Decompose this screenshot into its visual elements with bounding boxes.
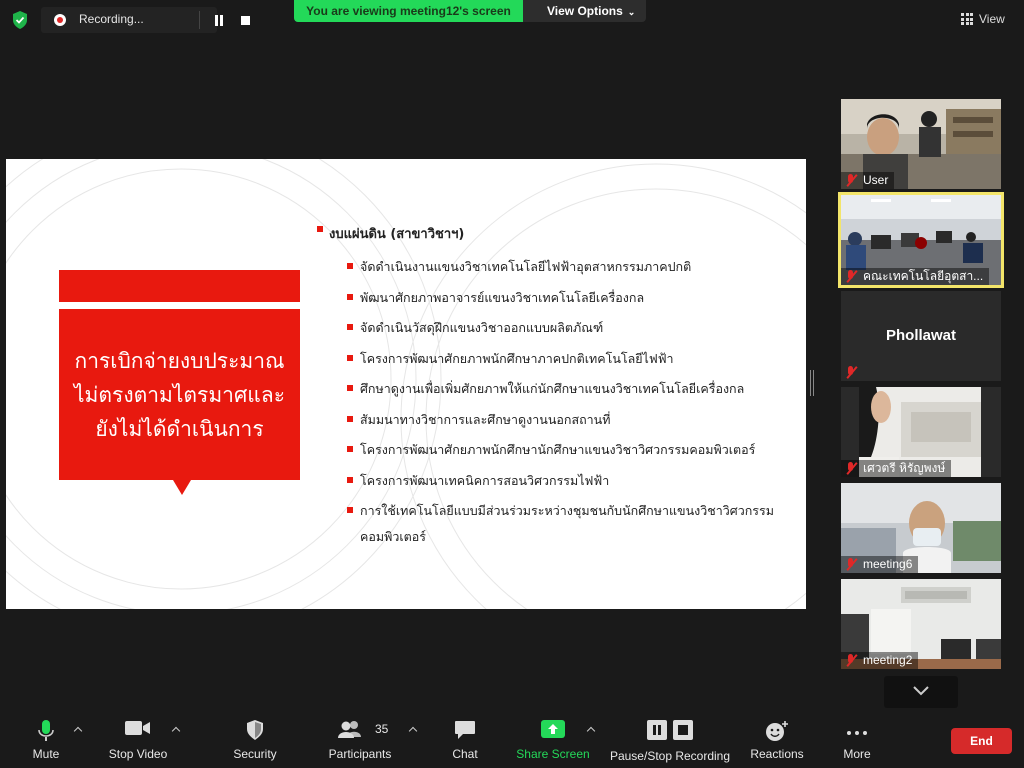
bullet-heading: งบแผ่นดิน (สาขาวิชาฯ) <box>315 223 785 244</box>
callout-line-3: ยังไม่ได้ดำเนินการ <box>95 416 264 441</box>
bullet-item: โครงการพัฒนาศักยภาพนักศึกษานักศึกษาแขนงว… <box>315 437 785 463</box>
pause-stop-recording-icon <box>647 720 693 740</box>
recording-label: Recording... <box>79 12 144 26</box>
stop-video-button[interactable]: Stop Video <box>100 708 176 768</box>
participant-name-label: คณะเทคโนโลยีอุตสา... <box>863 269 984 283</box>
participant-name-label: User <box>863 173 889 187</box>
video-camera-icon <box>125 721 150 735</box>
view-options-label: View Options <box>547 4 623 18</box>
more-button[interactable]: More <box>834 708 880 768</box>
participant-status <box>841 364 869 381</box>
screen-share-banner: You are viewing meeting12's screen View … <box>294 0 646 22</box>
reactions-label: Reactions <box>750 747 804 761</box>
callout-line-2: ไม่ตรงตามไตรมาศและ <box>74 382 285 407</box>
bullet-item: สัมมนาทางวิชาการและศึกษาดูงานนอกสถานที่ <box>315 407 785 433</box>
bullet-item: โครงการพัฒนาศักยภาพนักศึกษาภาคปกติเทคโนโ… <box>315 346 785 372</box>
meeting-toolbar: Mute Stop Video Security Participants 35… <box>0 708 1024 768</box>
view-label: View <box>979 12 1005 26</box>
video-tile[interactable]: Phollawat <box>841 291 1001 381</box>
bullet-item: การใช้เทคโนโลยีแบบมีส่วนร่วมระหว่างชุมชน… <box>315 498 785 550</box>
mic-muted-icon <box>845 270 857 283</box>
viewing-screen-label: You are viewing meeting12's screen <box>294 0 523 22</box>
bullet-item: จัดดำเนินวัสดุฝึกแขนงวิชาออกแบบผลิตภัณฑ์ <box>315 315 785 341</box>
video-tile[interactable]: meeting2 <box>841 579 1001 669</box>
video-tile[interactable]: User <box>841 99 1001 189</box>
mic-muted-icon <box>845 462 857 475</box>
mute-button[interactable]: Mute <box>22 708 70 768</box>
view-options-button[interactable]: View Options ⌄ <box>547 0 635 23</box>
participant-name: User <box>841 172 895 189</box>
participant-count-badge: 35 <box>375 722 389 736</box>
recording-dot-icon <box>54 14 66 26</box>
participant-name: meeting6 <box>841 556 919 573</box>
audio-options-caret-icon[interactable] <box>74 726 82 734</box>
video-tile[interactable]: เศวตรี หิรัญพงษ์ <box>841 387 1001 477</box>
share-screen-arrow-icon <box>541 720 565 738</box>
grid-view-icon <box>961 13 973 25</box>
bullet-item: จัดดำเนินงานแขนงวิชาเทคโนโลยีไฟฟ้าอุตสาห… <box>315 254 785 280</box>
chat-label: Chat <box>452 747 478 761</box>
security-button[interactable]: Security <box>225 708 285 768</box>
security-shield-icon <box>247 720 263 740</box>
pause-stop-recording-button[interactable]: Pause/Stop Recording <box>608 708 732 768</box>
participants-icon <box>337 721 361 738</box>
view-button[interactable]: View <box>961 8 1005 30</box>
share-screen-label: Share Screen <box>516 747 590 761</box>
red-callout-box: การเบิกจ่ายงบประมาณ ไม่ตรงตามไตรมาศและ ย… <box>59 309 300 495</box>
participant-name-label: เศวตรี หิรัญพงษ์ <box>863 461 946 475</box>
gallery-scroll-down-button[interactable] <box>884 676 958 708</box>
red-banner-strip <box>59 270 300 302</box>
reactions-button[interactable]: Reactions <box>748 708 806 768</box>
participants-label: Participants <box>328 747 392 761</box>
video-options-caret-icon[interactable] <box>172 726 180 734</box>
participant-name-label: meeting2 <box>863 653 913 667</box>
panel-resize-handle[interactable] <box>810 370 814 396</box>
stop-video-label: Stop Video <box>108 747 168 761</box>
participant-name: meeting2 <box>841 652 919 669</box>
video-tile-active-speaker[interactable]: คณะเทคโนโลยีอุตสา... <box>838 192 1004 288</box>
bullet-item: พัฒนาศักยภาพอาจารย์แขนงวิชาเทคโนโลยีเครื… <box>315 285 785 311</box>
mute-label: Mute <box>32 747 60 761</box>
recording-divider <box>199 11 200 29</box>
participant-name: คณะเทคโนโลยีอุตสา... <box>841 268 990 285</box>
more-dots-icon <box>847 731 867 735</box>
mic-muted-icon <box>845 654 857 667</box>
zoom-meeting-window: Recording... You are viewing meeting12's… <box>0 0 1024 768</box>
end-meeting-button[interactable]: End <box>951 728 1012 754</box>
mic-muted-icon <box>845 558 857 571</box>
pause-stop-recording-label: Pause/Stop Recording <box>609 749 731 763</box>
slide-bullet-list: งบแผ่นดิน (สาขาวิชาฯ) จัดดำเนินงานแขนงวิ… <box>315 223 785 555</box>
participants-options-caret-icon[interactable] <box>409 726 417 734</box>
recording-indicator: Recording... <box>41 7 250 33</box>
chevron-down-icon: ⌄ <box>627 7 636 17</box>
participant-name-label: meeting6 <box>863 557 913 571</box>
pause-recording-icon[interactable] <box>213 15 225 26</box>
callout-text: การเบิกจ่ายงบประมาณ ไม่ตรงตามไตรมาศและ ย… <box>74 344 285 446</box>
stop-recording-icon[interactable] <box>241 16 250 25</box>
share-screen-button[interactable]: Share Screen <box>515 708 591 768</box>
shared-screen-slide: การเบิกจ่ายงบประมาณ ไม่ตรงตามไตรมาศและ ย… <box>6 159 806 609</box>
callout-line-1: การเบิกจ่ายงบประมาณ <box>74 348 285 373</box>
reactions-emoji-icon <box>766 721 788 741</box>
video-tile[interactable]: meeting6 <box>841 483 1001 573</box>
participants-button[interactable]: Participants <box>325 708 395 768</box>
shield-icon[interactable] <box>10 10 30 30</box>
mic-muted-icon <box>845 174 857 187</box>
chevron-down-icon <box>913 686 929 696</box>
microphone-icon <box>38 720 54 741</box>
chat-button[interactable]: Chat <box>440 708 490 768</box>
mic-muted-icon <box>845 366 857 379</box>
bullet-item: ศึกษาดูงานเพื่อเพิ่มศักยภาพให้แก่นักศึกษ… <box>315 376 785 402</box>
bullet-item: โครงการพัฒนาเทคนิคการสอนวิศวกรรมไฟฟ้า <box>315 468 785 494</box>
more-label: More <box>843 747 871 761</box>
share-options-caret-icon[interactable] <box>587 726 595 734</box>
participant-name: เศวตรี หิรัญพงษ์ <box>841 460 952 477</box>
chat-bubble-icon <box>455 721 475 739</box>
security-label: Security <box>233 747 277 761</box>
